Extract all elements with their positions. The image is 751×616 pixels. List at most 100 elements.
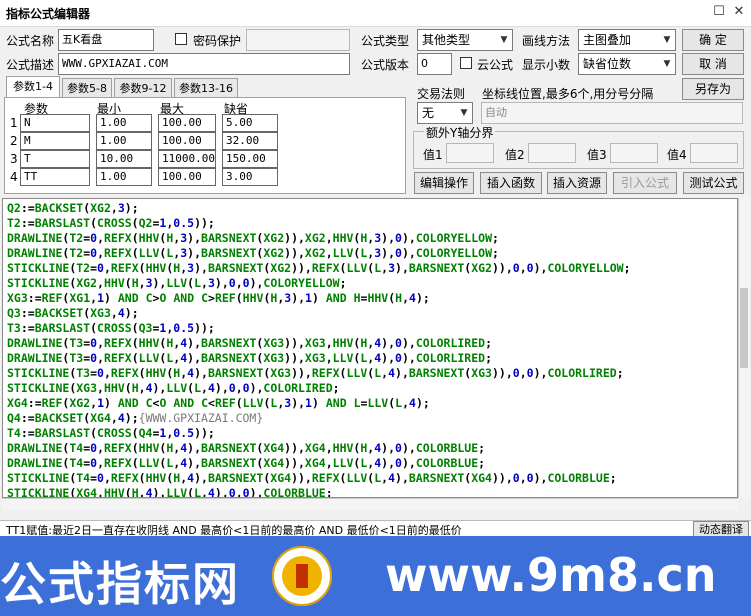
y2-field[interactable] [528, 143, 576, 163]
watermark-logo [272, 546, 332, 606]
draw-method-select[interactable]: 主图叠加 ▼ [578, 29, 676, 51]
code-line: STICKLINE(T4=0,REFX(HHV(H,4),BARSNEXT(XG… [7, 471, 617, 485]
code-line: T2:=BARSLAST(CROSS(Q2=1,0.5)); [7, 216, 215, 230]
y4-label: 值4 [667, 148, 687, 162]
type-label: 公式类型 [361, 34, 410, 48]
param-row-index: 2 [10, 134, 18, 148]
tab-params-13-16[interactable]: 参数13-16 [174, 78, 238, 98]
y4-field[interactable] [690, 143, 738, 163]
tab-params-1-4[interactable]: 参数1-4 [6, 76, 60, 98]
ok-button[interactable]: 确 定 [682, 29, 744, 51]
trade-rule-select[interactable]: 无 ▼ [417, 102, 473, 124]
code-line: DRAWLINE(T3=0,REFX(HHV(H,4),BARSNEXT(XG3… [7, 336, 493, 350]
param-min-field[interactable]: 10.00 [96, 150, 152, 168]
param-name-field[interactable]: N [20, 114, 90, 132]
name-field[interactable]: 五K看盘 [58, 29, 154, 51]
type-select-value: 其他类型 [422, 33, 471, 47]
decimals-value: 缺省位数 [583, 57, 632, 71]
trade-rule-label: 交易法则 [417, 87, 466, 101]
y3-field[interactable] [610, 143, 658, 163]
version-label: 公式版本 [361, 58, 410, 72]
param-name-field[interactable]: TT [20, 168, 90, 186]
edit-operation-button[interactable]: 编辑操作 [414, 172, 474, 194]
window-title: 指标公式编辑器 [6, 7, 91, 21]
code-line: T3:=BARSLAST(CROSS(Q3=1,0.5)); [7, 321, 215, 335]
param-default-field[interactable]: 32.00 [222, 132, 278, 150]
code-line: T4:=BARSLAST(CROSS(Q4=1,0.5)); [7, 426, 215, 440]
draw-method-label: 画线方法 [522, 34, 571, 48]
param-default-field[interactable]: 5.00 [222, 114, 278, 132]
code-line: STICKLINE(T3=0,REFX(HHV(H,4),BARSNEXT(XG… [7, 366, 624, 380]
chevron-down-icon: ▼ [500, 35, 508, 45]
axis-field[interactable]: 自动 [481, 102, 743, 124]
chevron-down-icon: ▼ [663, 35, 671, 45]
param-min-field[interactable]: 1.00 [96, 132, 152, 150]
y2-label: 值2 [505, 148, 525, 162]
tab-params-9-12[interactable]: 参数9-12 [114, 78, 172, 98]
code-line: DRAWLINE(T4=0,REFX(HHV(H,4),BARSNEXT(XG4… [7, 441, 486, 455]
name-label: 公式名称 [6, 34, 55, 48]
code-editor[interactable]: Q2:=BACKSET(XG2,3); T2:=BARSLAST(CROSS(Q2… [2, 198, 738, 498]
scroll-thumb[interactable] [740, 288, 748, 368]
param-row-index: 3 [10, 152, 18, 166]
test-formula-button[interactable]: 测试公式 [683, 172, 744, 194]
maximize-icon[interactable]: ☐ [711, 4, 727, 20]
password-field[interactable] [246, 29, 350, 51]
param-max-field[interactable]: 100.00 [158, 132, 216, 150]
param-max-field[interactable]: 100.00 [158, 114, 216, 132]
code-line: DRAWLINE(T2=0,REFX(HHV(H,3),BARSNEXT(XG2… [7, 231, 499, 245]
axis-label: 坐标线位置,最多6个,用分号分隔 [482, 87, 654, 101]
type-select[interactable]: 其他类型 ▼ [417, 29, 513, 51]
cancel-button[interactable]: 取 消 [682, 53, 744, 75]
code-line: XG3:=REF(XG1,1) AND C>O AND C>REF(HHV(H,… [7, 291, 430, 305]
close-icon[interactable]: ✕ [731, 4, 747, 20]
decimals-select[interactable]: 缺省位数 ▼ [578, 53, 676, 75]
code-line: STICKLINE(XG2,HHV(H,3),LLV(L,3),0,0),COL… [7, 276, 347, 290]
import-formula-button[interactable]: 引入公式 [613, 172, 677, 194]
vertical-scrollbar[interactable] [738, 198, 750, 498]
watermark-text-left: 公式指标网 [0, 557, 240, 611]
horizontal-scrollbar[interactable] [2, 498, 738, 510]
desc-label: 公式描述 [6, 58, 55, 72]
y1-field[interactable] [446, 143, 494, 163]
desc-field[interactable]: WWW.GPXIAZAI.COM [58, 53, 350, 75]
chevron-down-icon: ▼ [460, 108, 468, 118]
insert-resource-button[interactable]: 插入资源 [547, 172, 607, 194]
version-field[interactable]: 0 [417, 53, 452, 75]
code-line: STICKLINE(T2=0,REFX(HHV(H,3),BARSNEXT(XG… [7, 261, 631, 275]
decimals-label: 显示小数 [522, 58, 571, 72]
param-max-field[interactable]: 11000.00 [158, 150, 216, 168]
save-as-button[interactable]: 另存为 [682, 78, 744, 100]
code-line: XG4:=REF(XG2,1) AND C<O AND C<REF(LLV(L,… [7, 396, 430, 410]
draw-method-value: 主图叠加 [583, 33, 632, 47]
title-bar [0, 0, 751, 27]
y-axis-group-title: 额外Y轴分界 [424, 124, 496, 141]
param-min-field[interactable]: 1.00 [96, 114, 152, 132]
param-min-field[interactable]: 1.00 [96, 168, 152, 186]
code-line: Q2:=BACKSET(XG2,3); [7, 201, 139, 215]
param-row-index: 1 [10, 116, 18, 130]
code-line: Q4:=BACKSET(XG4,4);{WWW.GPXIAZAI.COM} [7, 411, 264, 425]
code-line: STICKLINE(XG3,HHV(H,4),LLV(L,4),0,0),COL… [7, 381, 340, 395]
cloud-label: 云公式 [477, 58, 514, 72]
code-line: DRAWLINE(T3=0,REFX(LLV(L,4),BARSNEXT(XG3… [7, 351, 493, 365]
code-line: DRAWLINE(T4=0,REFX(LLV(L,4),BARSNEXT(XG4… [7, 456, 486, 470]
y3-label: 值3 [587, 148, 607, 162]
param-name-field[interactable]: M [20, 132, 90, 150]
chevron-down-icon: ▼ [663, 59, 671, 69]
param-max-field[interactable]: 100.00 [158, 168, 216, 186]
param-name-field[interactable]: T [20, 150, 90, 168]
insert-function-button[interactable]: 插入函数 [480, 172, 542, 194]
password-checkbox[interactable] [175, 33, 187, 45]
param-default-field[interactable]: 3.00 [222, 168, 278, 186]
code-line: STICKLINE(XG4,HHV(H,4),LLV(L,4),0,0),COL… [7, 486, 333, 498]
cloud-checkbox[interactable] [460, 57, 472, 69]
tab-params-5-8[interactable]: 参数5-8 [62, 78, 112, 98]
param-row-index: 4 [10, 170, 18, 184]
password-label: 密码保护 [193, 34, 242, 48]
y1-label: 值1 [423, 148, 443, 162]
param-default-field[interactable]: 150.00 [222, 150, 278, 168]
code-line: Q3:=BACKSET(XG3,4); [7, 306, 139, 320]
trade-rule-value: 无 [422, 106, 435, 120]
watermark-text-right: www.9m8.cn [385, 548, 717, 602]
